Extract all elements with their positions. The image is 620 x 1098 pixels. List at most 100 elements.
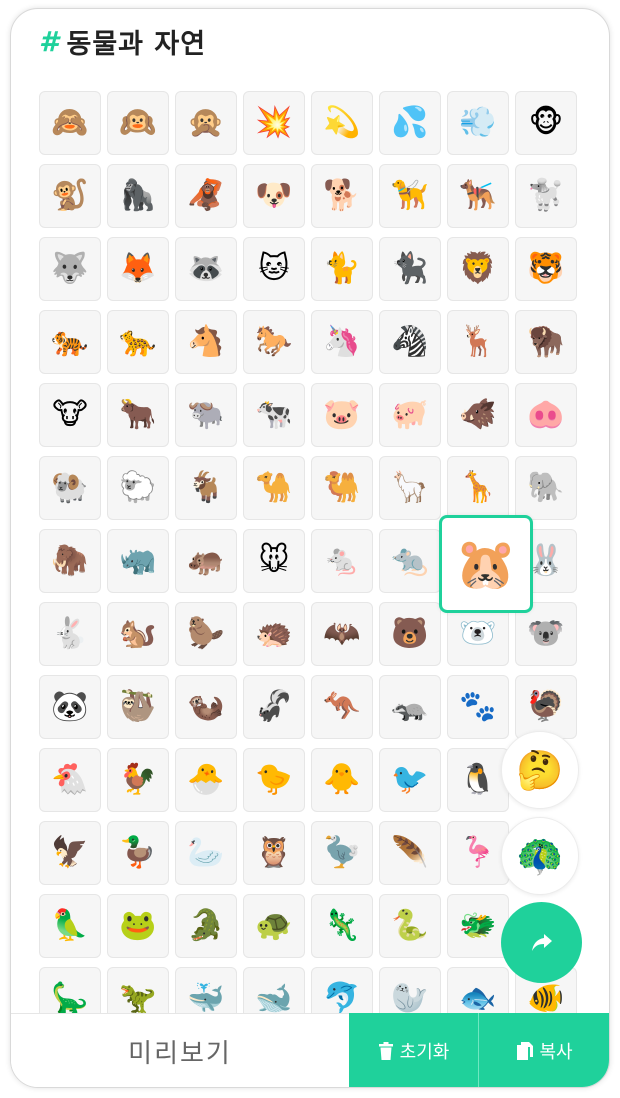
emoji-cell[interactable]: 🐕‍🦺 (447, 164, 509, 228)
emoji-cell[interactable]: 🦆 (107, 821, 169, 885)
emoji-cell[interactable]: 🐣 (175, 748, 237, 812)
emoji-cell[interactable]: 🐶 (243, 164, 305, 228)
emoji-cell[interactable]: 🐺 (39, 237, 101, 301)
emoji-cell[interactable]: 🐃 (175, 383, 237, 447)
emoji-cell[interactable]: 🐦 (379, 748, 441, 812)
emoji-cell[interactable]: 🐮 (39, 383, 101, 447)
emoji-cell[interactable]: 🦢 (175, 821, 237, 885)
emoji-cell[interactable]: 🦩 (447, 821, 509, 885)
emoji-cell[interactable]: 🦣 (39, 529, 101, 593)
emoji-cell[interactable]: 🐪 (243, 456, 305, 520)
emoji-cell[interactable]: 🦡 (379, 675, 441, 739)
emoji-cell[interactable]: 🐀 (379, 529, 441, 593)
emoji-cell[interactable]: 🦮 (379, 164, 441, 228)
app-frame: # 동물과 자연 🙈 🙉 🙊 💥 💫 💦 💨 🐵 🐒 🦍 🦧 🐶 🐕 🦮 🐕‍🦺 🐩 🐺 🦊 🦝 🐱 🐈 🐈‍⬛ 🦁 🐯 🐅 🐆 🐴… (10, 8, 610, 1088)
emoji-cell[interactable]: 🐕 (311, 164, 373, 228)
emoji-cell[interactable]: 🐧 (447, 748, 509, 812)
emoji-cell[interactable]: 🦅 (39, 821, 101, 885)
emoji-cell[interactable]: 🐱 (243, 237, 305, 301)
emoji-cell[interactable]: 🐗 (447, 383, 509, 447)
emoji-cell[interactable]: 🐘 (515, 456, 577, 520)
emoji-cell[interactable]: 🐵 (515, 91, 577, 155)
emoji-cell[interactable]: 🐂 (107, 383, 169, 447)
emoji-cell[interactable]: 🐈‍⬛ (379, 237, 441, 301)
emoji-cell[interactable]: 🐲 (447, 894, 509, 958)
emoji-cell[interactable]: 🐈 (311, 237, 373, 301)
emoji-cell[interactable]: 🐔 (39, 748, 101, 812)
selected-emoji-cell[interactable]: 🐹 (439, 515, 533, 613)
emoji-cell[interactable]: 🦎 (311, 894, 373, 958)
emoji-cell[interactable]: 🦉 (243, 821, 305, 885)
emoji-cell[interactable]: 🦫 (175, 602, 237, 666)
emoji-cell[interactable]: 🦜 (39, 894, 101, 958)
emoji-cell[interactable]: 🦇 (311, 602, 373, 666)
emoji-cell[interactable]: 🐊 (175, 894, 237, 958)
emoji-cell[interactable]: 🐽 (515, 383, 577, 447)
reset-button[interactable]: 초기화 (349, 1013, 479, 1087)
emoji-cell[interactable]: 🐫 (311, 456, 373, 520)
emoji-cell[interactable]: 🐯 (515, 237, 577, 301)
emoji-cell[interactable]: 🙈 (39, 91, 101, 155)
emoji-cell[interactable]: 🐍 (379, 894, 441, 958)
emoji-cell[interactable]: 🦊 (107, 237, 169, 301)
emoji-cell[interactable]: 🦏 (107, 529, 169, 593)
emoji-cell[interactable]: 🦨 (243, 675, 305, 739)
emoji-cell[interactable]: 🦧 (175, 164, 237, 228)
emoji-cell[interactable]: 🐸 (107, 894, 169, 958)
emoji-cell[interactable]: 🐒 (39, 164, 101, 228)
emoji-cell[interactable]: 🦍 (107, 164, 169, 228)
emoji-cell[interactable]: 💨 (447, 91, 509, 155)
emoji-cell[interactable]: 💦 (379, 91, 441, 155)
emoji-cell[interactable]: 🦥 (107, 675, 169, 739)
emoji-cell[interactable]: 🐆 (107, 310, 169, 374)
emoji-cell[interactable]: 🦘 (311, 675, 373, 739)
emoji-cell[interactable]: 🐿️ (107, 602, 169, 666)
emoji-cell[interactable]: 🦁 (447, 237, 509, 301)
emoji-cell[interactable]: 🐁 (311, 529, 373, 593)
emoji-cell[interactable]: 🐥 (311, 748, 373, 812)
emoji-cell[interactable]: 🙉 (107, 91, 169, 155)
emoji-cell[interactable]: 🦓 (379, 310, 441, 374)
emoji-cell[interactable]: 🦬 (515, 310, 577, 374)
emoji-cell[interactable]: 🐏 (39, 456, 101, 520)
emoji-cell[interactable]: 🐇 (39, 602, 101, 666)
emoji-cell[interactable]: 🐓 (107, 748, 169, 812)
emoji-cell[interactable]: 🐢 (243, 894, 305, 958)
emoji-cell[interactable]: 🦌 (447, 310, 509, 374)
emoji-cell[interactable]: 💫 (311, 91, 373, 155)
emoji-cell[interactable]: 🐩 (515, 164, 577, 228)
emoji-cell[interactable]: 🙊 (175, 91, 237, 155)
emoji-cell[interactable]: 🐐 (175, 456, 237, 520)
emoji-cell[interactable]: 🐷 (311, 383, 373, 447)
peacock-emoji-button[interactable]: 🦚 (501, 817, 579, 895)
emoji-cell[interactable]: 🦃 (515, 675, 577, 739)
emoji-cell[interactable]: 🐾 (447, 675, 509, 739)
emoji-cell[interactable]: 🐄 (243, 383, 305, 447)
emoji-cell[interactable]: 🦒 (447, 456, 509, 520)
emoji-cell[interactable]: 🐤 (243, 748, 305, 812)
preview-field[interactable]: 미리보기 (11, 1013, 349, 1087)
emoji-cell[interactable]: 💥 (243, 91, 305, 155)
reset-label: 초기화 (399, 1042, 450, 1063)
emoji-cell[interactable]: 🦔 (243, 602, 305, 666)
emoji-cell[interactable]: 🦙 (379, 456, 441, 520)
emoji-cell[interactable]: 🐻 (379, 602, 441, 666)
emoji-cell[interactable]: 🐖 (379, 383, 441, 447)
thinking-face-icon: 🤔 (516, 747, 564, 792)
emoji-cell[interactable]: 🐴 (175, 310, 237, 374)
emoji-cell[interactable]: 🐑 (107, 456, 169, 520)
emoji-cell[interactable]: 🦦 (175, 675, 237, 739)
emoji-cell[interactable]: 🦛 (175, 529, 237, 593)
emoji-cell[interactable]: 🦝 (175, 237, 237, 301)
share-button[interactable] (501, 902, 582, 983)
share-arrow-icon (531, 933, 552, 951)
emoji-cell[interactable]: 🪶 (379, 821, 441, 885)
copy-button[interactable]: 복사 (479, 1013, 609, 1087)
emoji-cell[interactable]: 🐅 (39, 310, 101, 374)
emoji-cell[interactable]: 🐼 (39, 675, 101, 739)
emoji-cell[interactable]: 🐎 (243, 310, 305, 374)
emoji-cell[interactable]: 🦄 (311, 310, 373, 374)
emoji-cell[interactable]: 🐭 (243, 529, 305, 593)
emoji-cell[interactable]: 🦤 (311, 821, 373, 885)
thinking-emoji-button[interactable]: 🤔 (501, 731, 579, 809)
